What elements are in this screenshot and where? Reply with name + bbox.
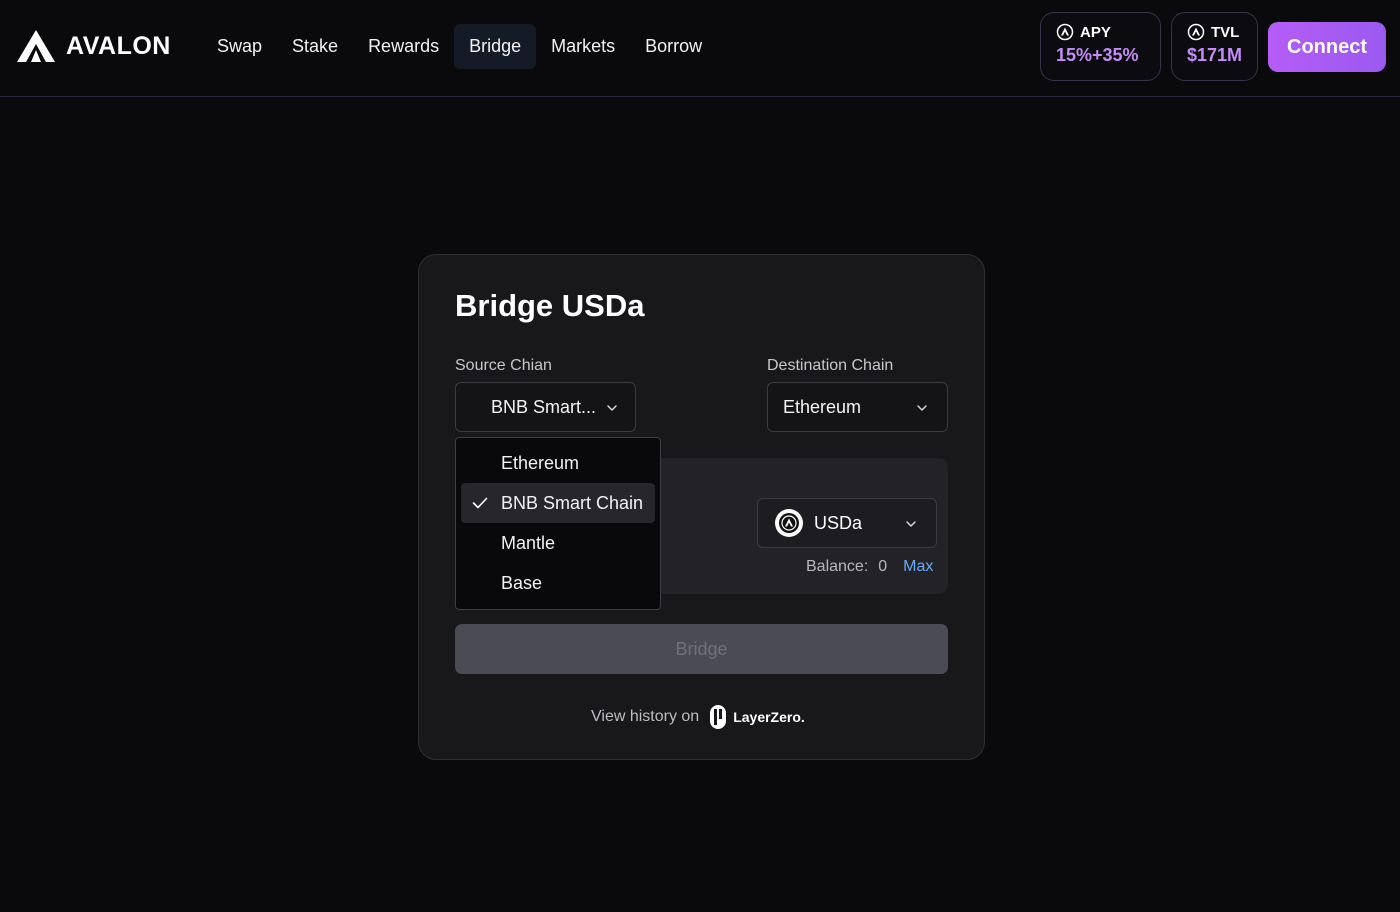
option-label: Mantle — [501, 533, 556, 553]
layerzero-logo-icon — [710, 705, 727, 729]
nav-swap[interactable]: Swap — [202, 24, 277, 69]
nav-rewards[interactable]: Rewards — [353, 24, 454, 69]
check-icon — [472, 497, 488, 509]
chevron-down-icon — [607, 405, 617, 411]
dropdown-option-ethereum[interactable]: Ethereum — [461, 443, 655, 483]
chevron-down-icon — [917, 405, 927, 411]
view-history: View history on LayerZero. — [591, 704, 805, 730]
source-chain-dropdown: Ethereum BNB Smart Chain Mantle Base — [455, 437, 661, 610]
source-chain-value: BNB Smart... — [491, 396, 597, 417]
apy-value: 15%+35% — [1056, 45, 1139, 65]
balance-row: Balance: 0 Max — [806, 558, 933, 576]
layerzero-text: LayerZero. — [733, 709, 805, 725]
destination-chain-label: Destination Chain — [767, 357, 894, 374]
option-label: Ethereum — [501, 453, 580, 473]
avalon-circle-icon — [1187, 23, 1205, 41]
balance-value: 0 — [878, 558, 888, 575]
chevron-down-icon — [906, 521, 916, 527]
nav-bridge[interactable]: Bridge — [454, 24, 537, 69]
avalon-logo-icon — [17, 30, 55, 62]
top-header: AVALON Swap Stake Rewards Bridge Markets… — [0, 0, 1400, 97]
apy-label: APY — [1080, 23, 1111, 41]
source-chain-select[interactable]: BNB Smart... — [455, 382, 636, 432]
option-label: BNB Smart Chain — [501, 493, 644, 513]
destination-chain-select[interactable]: Ethereum — [767, 382, 948, 432]
layerzero-link[interactable]: LayerZero. — [709, 704, 805, 730]
dropdown-option-mantle[interactable]: Mantle — [461, 523, 655, 563]
balance-label: Balance: — [806, 558, 869, 575]
tvl-label: TVL — [1211, 23, 1240, 41]
avalon-logo[interactable]: AVALON — [16, 28, 171, 64]
tvl-value: $171M — [1187, 45, 1243, 65]
history-text: View history on — [591, 708, 700, 725]
token-value: USDa — [814, 512, 863, 533]
avalon-circle-icon — [1056, 23, 1074, 41]
bridge-button[interactable]: Bridge — [455, 624, 948, 674]
dropdown-option-bnb-smart-chain[interactable]: BNB Smart Chain — [461, 483, 655, 523]
nav-stake[interactable]: Stake — [277, 24, 353, 69]
destination-chain-value: Ethereum — [783, 396, 862, 417]
connect-button[interactable]: Connect — [1268, 22, 1386, 72]
usda-token-icon — [775, 509, 803, 537]
token-select[interactable]: USDa — [757, 498, 937, 548]
option-label: Base — [501, 573, 543, 593]
logo-text: AVALON — [66, 31, 171, 60]
nav-borrow[interactable]: Borrow — [630, 24, 717, 69]
main-nav: Swap Stake Rewards Bridge Markets Borrow — [202, 24, 717, 69]
dropdown-option-base[interactable]: Base — [461, 563, 655, 603]
nav-markets[interactable]: Markets — [536, 24, 630, 69]
apy-stat[interactable]: APY 15%+35% — [1040, 12, 1161, 81]
max-button[interactable]: Max — [903, 558, 933, 576]
source-chain-label: Source Chian — [455, 357, 552, 374]
tvl-stat[interactable]: TVL $171M — [1171, 12, 1258, 81]
card-title: Bridge USDa — [455, 288, 645, 323]
